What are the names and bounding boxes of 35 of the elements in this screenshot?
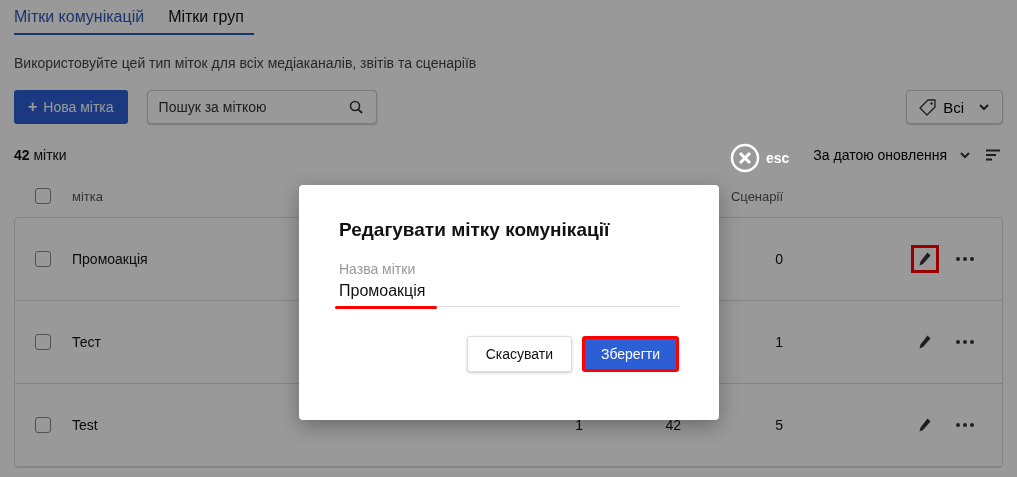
table-cell: 42: [665, 417, 681, 433]
table-cell: 5: [775, 417, 783, 433]
new-tag-button[interactable]: + Нова мітка: [14, 90, 128, 124]
more-options-icon[interactable]: [956, 340, 974, 344]
table-cell-text: Тест: [72, 334, 102, 350]
sort-dropdown[interactable]: За датою оновлення: [813, 147, 971, 163]
table-cell: 1: [775, 334, 783, 350]
select-all-checkbox[interactable]: [35, 188, 51, 204]
search-icon: [348, 100, 363, 114]
save-button[interactable]: Зберегти: [582, 336, 679, 372]
dialog-title: Редагувати мітку комунікації: [339, 219, 611, 241]
more-options-icon[interactable]: [956, 257, 974, 261]
search-field[interactable]: Пошук за міткою: [146, 90, 377, 124]
cancel-button[interactable]: Скасувати: [466, 336, 572, 372]
chevron-down-icon: [978, 103, 990, 111]
column-header: Сценарії: [729, 188, 783, 204]
tab[interactable]: Мітки груп: [168, 0, 244, 35]
column-header: мітка: [72, 188, 104, 204]
table-cell: 1: [575, 417, 583, 433]
row-checkbox[interactable]: [35, 417, 51, 433]
tag-count: 42 мітки: [14, 147, 67, 163]
more-options-icon[interactable]: [956, 423, 974, 427]
table-cell: 0: [775, 251, 783, 267]
tag-filter-dropdown[interactable]: Всі: [906, 90, 1003, 124]
sort-order-icon[interactable]: [985, 149, 1001, 161]
table-cell-text: Промоакція: [72, 251, 149, 267]
pencil-icon[interactable]: [911, 245, 939, 273]
description-text: Використовуйте цей тип міток для всіх медіаканалів, звітів та сценаріїв: [14, 55, 478, 71]
tag-icon: [919, 98, 938, 116]
row-checkbox[interactable]: [35, 251, 51, 267]
table-cell-text: Test: [72, 417, 99, 433]
tab[interactable]: Мітки комунікацій: [14, 0, 145, 35]
field-label: Назва мітки: [339, 261, 417, 277]
row-checkbox[interactable]: [35, 334, 51, 350]
chevron-down-icon: [959, 151, 971, 159]
